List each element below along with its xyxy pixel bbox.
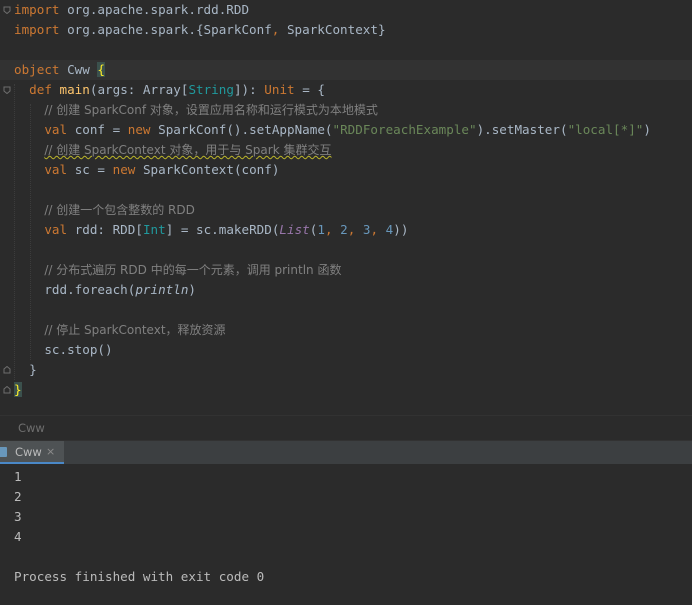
fold-icon[interactable]: [3, 86, 11, 94]
code-line[interactable]: rdd.foreach(println): [14, 280, 692, 300]
code-token: }: [14, 362, 37, 377]
console-exit-message: Process finished with exit code 0: [14, 569, 265, 584]
code-line[interactable]: val rdd: RDD[Int] = sc.makeRDD(List(1, 2…: [14, 220, 692, 240]
code-line[interactable]: }: [14, 380, 692, 400]
code-line[interactable]: // 停止 SparkContext，释放资源: [14, 320, 692, 340]
code-token: 1: [317, 222, 325, 237]
code-token: ,: [324, 222, 341, 237]
code-token: conf =: [74, 122, 128, 137]
code-token: def: [29, 82, 60, 97]
code-token: SparkConf().setAppName(: [158, 122, 333, 137]
code-editor[interactable]: import org.apache.spark.rdd.RDD import or…: [0, 0, 692, 415]
code-token: (args: Array[: [89, 82, 189, 97]
breadcrumb[interactable]: Cww: [0, 415, 692, 439]
code-token: = {: [302, 82, 325, 97]
code-token: val: [44, 162, 75, 177]
code-line[interactable]: def main(args: Array[String]): Unit = {: [14, 80, 692, 100]
code-line[interactable]: [14, 300, 692, 320]
code-line[interactable]: // 分布式遍历 RDD 中的每一个元素，调用 println 函数: [14, 260, 692, 280]
code-token: Cww: [67, 62, 98, 77]
code-line[interactable]: [14, 180, 692, 200]
fold-end-icon[interactable]: [3, 366, 11, 374]
code-token: ): [188, 282, 196, 297]
code-token: ,: [271, 22, 287, 37]
code-token: org.apache.spark.{SparkConf: [67, 22, 272, 37]
code-line[interactable]: import org.apache.spark.rdd.RDD: [14, 0, 692, 20]
fold-end-icon[interactable]: [3, 386, 11, 394]
console-line: 2: [14, 489, 22, 504]
code-token: }: [14, 382, 22, 397]
run-console[interactable]: 1 2 3 4 Process finished with exit code …: [0, 464, 692, 605]
code-token: ): [643, 122, 651, 137]
run-tab-cww[interactable]: Cww ×: [0, 441, 64, 464]
code-token: import: [14, 22, 68, 37]
code-token: ).setMaster(: [476, 122, 568, 137]
code-token: sc =: [74, 162, 113, 177]
code-token: 2: [340, 222, 348, 237]
code-token: "local[*]": [567, 122, 644, 137]
code-token: rdd: RDD[: [74, 222, 143, 237]
code-line[interactable]: sc.stop(): [14, 340, 692, 360]
code-token: // 创建 SparkContext 对象，用于与 Spark 集群交互: [44, 143, 332, 157]
code-token: main: [59, 82, 90, 97]
code-line[interactable]: // 创建一个包含整数的 RDD: [14, 200, 692, 220]
close-icon[interactable]: ×: [46, 441, 55, 463]
code-token: object: [14, 62, 68, 77]
code-line[interactable]: object Cww {: [0, 60, 692, 80]
console-line: 3: [14, 509, 22, 524]
code-line[interactable]: // 创建 SparkContext 对象，用于与 Spark 集群交互: [14, 140, 692, 160]
code-token: new: [112, 162, 143, 177]
code-lines: import org.apache.spark.rdd.RDD import or…: [0, 0, 692, 400]
code-token: "RDDForeachExample": [332, 122, 477, 137]
code-token: org.apache.spark.rdd.RDD: [67, 2, 250, 17]
code-token: // 停止 SparkContext，释放资源: [44, 323, 226, 337]
code-token: Unit: [264, 82, 303, 97]
console-line: 4: [14, 529, 22, 544]
code-token: Int: [142, 222, 166, 237]
code-line[interactable]: [14, 40, 692, 60]
code-token: SparkContext(conf): [142, 162, 280, 177]
code-token: ]):: [233, 82, 265, 97]
code-line[interactable]: // 创建 SparkConf 对象，设置应用名称和运行模式为本地模式: [14, 100, 692, 120]
run-tab-label: Cww: [15, 445, 42, 459]
code-line[interactable]: val conf = new SparkConf().setAppName("R…: [14, 120, 692, 140]
code-line[interactable]: val sc = new SparkContext(conf): [14, 160, 692, 180]
code-token: val: [44, 122, 75, 137]
code-token: new: [127, 122, 159, 137]
code-token: import: [14, 2, 68, 17]
run-config-icon: [0, 447, 7, 457]
code-token: val: [44, 222, 75, 237]
code-token: ,: [347, 222, 363, 237]
code-token: // 创建 SparkConf 对象，设置应用名称和运行模式为本地模式: [44, 103, 378, 117]
code-token: // 创建一个包含整数的 RDD: [44, 203, 195, 217]
code-token: List: [279, 222, 310, 237]
code-token: )): [393, 222, 409, 237]
code-token: String: [188, 82, 234, 97]
code-line[interactable]: }: [14, 360, 692, 380]
code-token: ] = sc.makeRDD(: [165, 222, 280, 237]
console-line: 1: [14, 469, 22, 484]
code-token: {: [97, 62, 106, 77]
code-token: // 分布式遍历 RDD 中的每一个元素，调用 println 函数: [44, 263, 342, 277]
run-toolbar: Cww ×: [0, 440, 692, 465]
code-token: rdd.foreach(: [14, 282, 136, 297]
code-line[interactable]: import org.apache.spark.{SparkConf, Spar…: [14, 20, 692, 40]
code-token: ,: [370, 222, 386, 237]
code-line[interactable]: [14, 240, 692, 260]
code-token: println: [135, 282, 189, 297]
code-token: sc.stop(): [14, 342, 113, 357]
code-token: SparkContext}: [286, 22, 386, 37]
fold-icon[interactable]: [3, 6, 11, 14]
